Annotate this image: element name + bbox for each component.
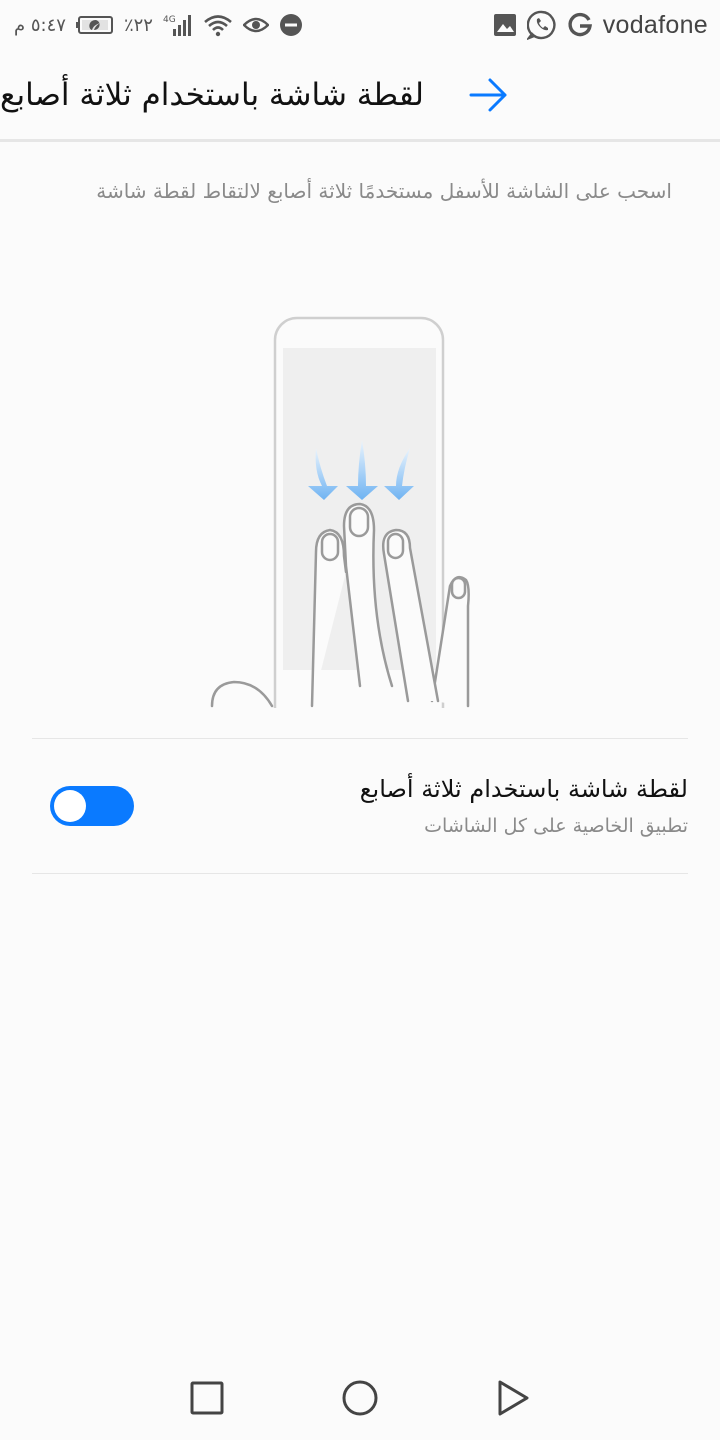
status-bar-right: vodafone xyxy=(493,10,708,40)
status-bar: ٥:٤٧ م ٢٢٪ 4G vodafone xyxy=(0,0,720,50)
three-finger-screenshot-toggle[interactable] xyxy=(50,786,134,826)
battery-percentage: ٢٢٪ xyxy=(123,14,153,36)
divider-bottom xyxy=(32,873,688,874)
dnd-icon xyxy=(279,13,303,37)
wifi-icon xyxy=(203,13,233,37)
setting-row-three-finger-screenshot[interactable]: لقطة شاشة باستخدام ثلاثة أصابع تطبيق الخ… xyxy=(32,740,688,872)
home-icon xyxy=(342,1380,378,1416)
nav-back-button[interactable] xyxy=(483,1368,543,1428)
recents-button[interactable] xyxy=(177,1368,237,1428)
back-icon xyxy=(498,1380,529,1416)
eye-icon xyxy=(242,15,269,35)
network-type: 4G xyxy=(163,15,176,25)
page-title: لقطة شاشة باستخدام ثلاثة أصابع xyxy=(0,76,424,113)
signal-icon: 4G xyxy=(163,13,193,37)
setting-title: لقطة شاشة باستخدام ثلاثة أصابع xyxy=(359,775,688,803)
gesture-description: اسحب على الشاشة للأسفل مستخدمًا ثلاثة أص… xyxy=(96,179,672,203)
back-button[interactable] xyxy=(468,75,508,115)
toggle-knob xyxy=(54,790,86,822)
three-finger-illustration xyxy=(0,316,720,760)
divider-top xyxy=(32,738,688,739)
carrier-name: vodafone xyxy=(602,10,708,39)
arrow-back-icon xyxy=(469,78,507,111)
recents-icon xyxy=(190,1381,224,1415)
setting-texts: لقطة شاشة باستخدام ثلاثة أصابع تطبيق الخ… xyxy=(360,775,688,837)
clock: ٥:٤٧ م xyxy=(14,14,66,36)
whatsapp-icon xyxy=(526,10,557,40)
google-icon xyxy=(567,12,593,38)
battery-icon xyxy=(75,16,114,34)
screen: ٥:٤٧ م ٢٢٪ 4G vodafone لقطة شاشة باستخدا… xyxy=(0,0,720,1440)
setting-subtitle: تطبيق الخاصية على كل الشاشات xyxy=(424,815,688,837)
status-bar-left: ٥:٤٧ م ٢٢٪ 4G xyxy=(14,13,303,37)
navigation-bar xyxy=(0,1356,720,1440)
app-header: لقطة شاشة باستخدام ثلاثة أصابع xyxy=(0,50,720,142)
home-button[interactable] xyxy=(330,1368,390,1428)
photo-icon xyxy=(493,13,517,37)
